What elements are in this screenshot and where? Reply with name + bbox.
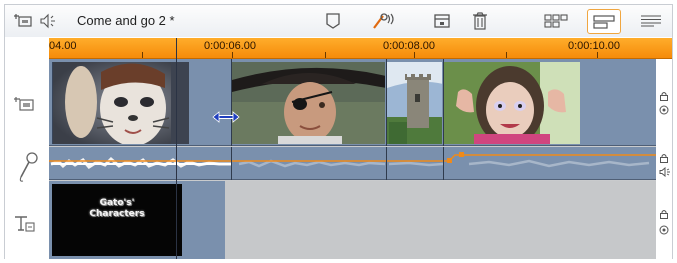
ruler-label: 04.00 — [49, 40, 77, 52]
title-thumbnail: Gato's' Characters — [52, 184, 182, 256]
timeline-view-icon — [593, 15, 615, 29]
audio-track[interactable] — [49, 147, 656, 180]
lock-icon[interactable] — [659, 153, 669, 163]
project-title: Come and go 2 * — [77, 13, 175, 28]
clip-boundary — [386, 59, 387, 146]
title-clip[interactable]: Gato's' Characters — [49, 181, 225, 259]
stone-tower-clip[interactable] — [386, 62, 442, 144]
clip-boundary — [386, 147, 387, 180]
video-track-icon[interactable] — [13, 95, 35, 113]
ruler-label: 0:00:08.00 — [383, 40, 435, 52]
title-track-icon[interactable] — [14, 215, 36, 233]
clip-boundary — [231, 59, 232, 146]
audio-volume-icon[interactable] — [39, 12, 61, 30]
clip-boundary — [443, 147, 444, 180]
timeline-view-button[interactable] — [587, 9, 621, 34]
ruler-tick — [414, 52, 415, 58]
ruler-tick — [597, 52, 598, 58]
text-view-icon[interactable] — [639, 12, 663, 30]
scene-clip-icon[interactable] — [13, 12, 33, 30]
clip-boundary — [231, 147, 232, 180]
ruler-tick — [506, 52, 507, 58]
ruler-tick — [325, 52, 326, 58]
timeline-window: Come and go 2 * 04.00 0:00:06.00 0:00:08… — [4, 4, 673, 259]
ruler-tick — [142, 52, 143, 58]
title-track[interactable]: Gato's' Characters — [49, 181, 656, 259]
video-track[interactable] — [49, 59, 656, 146]
storyboard-view-icon[interactable] — [543, 12, 569, 30]
title-clip-text: Gato's' Characters — [72, 198, 162, 220]
ruler-label: 0:00:06.00 — [204, 40, 256, 52]
audio-waveform — [49, 152, 656, 169]
playhead-line[interactable] — [176, 38, 177, 259]
face-paint-girl-clip[interactable] — [443, 62, 580, 144]
razor-icon[interactable] — [371, 12, 397, 30]
ruler-label: 0:00:10.00 — [568, 40, 620, 52]
storyboard-icon[interactable] — [432, 12, 452, 30]
timeline-tracks: Gato's' Characters — [49, 59, 656, 259]
timeline-toolbar: Come and go 2 * — [5, 5, 672, 37]
ruler-tick — [232, 52, 233, 58]
timeline-ruler[interactable]: 04.00 0:00:06.00 0:00:08.00 0:00:10.00 — [49, 38, 672, 59]
speaker-icon[interactable] — [659, 167, 671, 177]
visibility-icon[interactable] — [659, 225, 669, 235]
face-paint-cat-child-clip[interactable] — [52, 62, 189, 144]
marker-icon[interactable] — [323, 12, 343, 30]
trash-icon[interactable] — [470, 12, 490, 30]
title-line-1: Gato's' — [99, 198, 135, 208]
pirate-hat-boy-clip[interactable] — [231, 62, 385, 144]
track-headers — [5, 59, 49, 259]
track-controls — [656, 59, 672, 259]
title-line-2: Characters — [89, 209, 145, 219]
lock-icon[interactable] — [659, 209, 669, 219]
visibility-icon[interactable] — [659, 105, 669, 115]
clip-boundary — [443, 59, 444, 146]
lock-icon[interactable] — [659, 91, 669, 101]
trim-cursor-icon[interactable] — [211, 109, 241, 125]
microphone-icon[interactable] — [17, 149, 39, 183]
